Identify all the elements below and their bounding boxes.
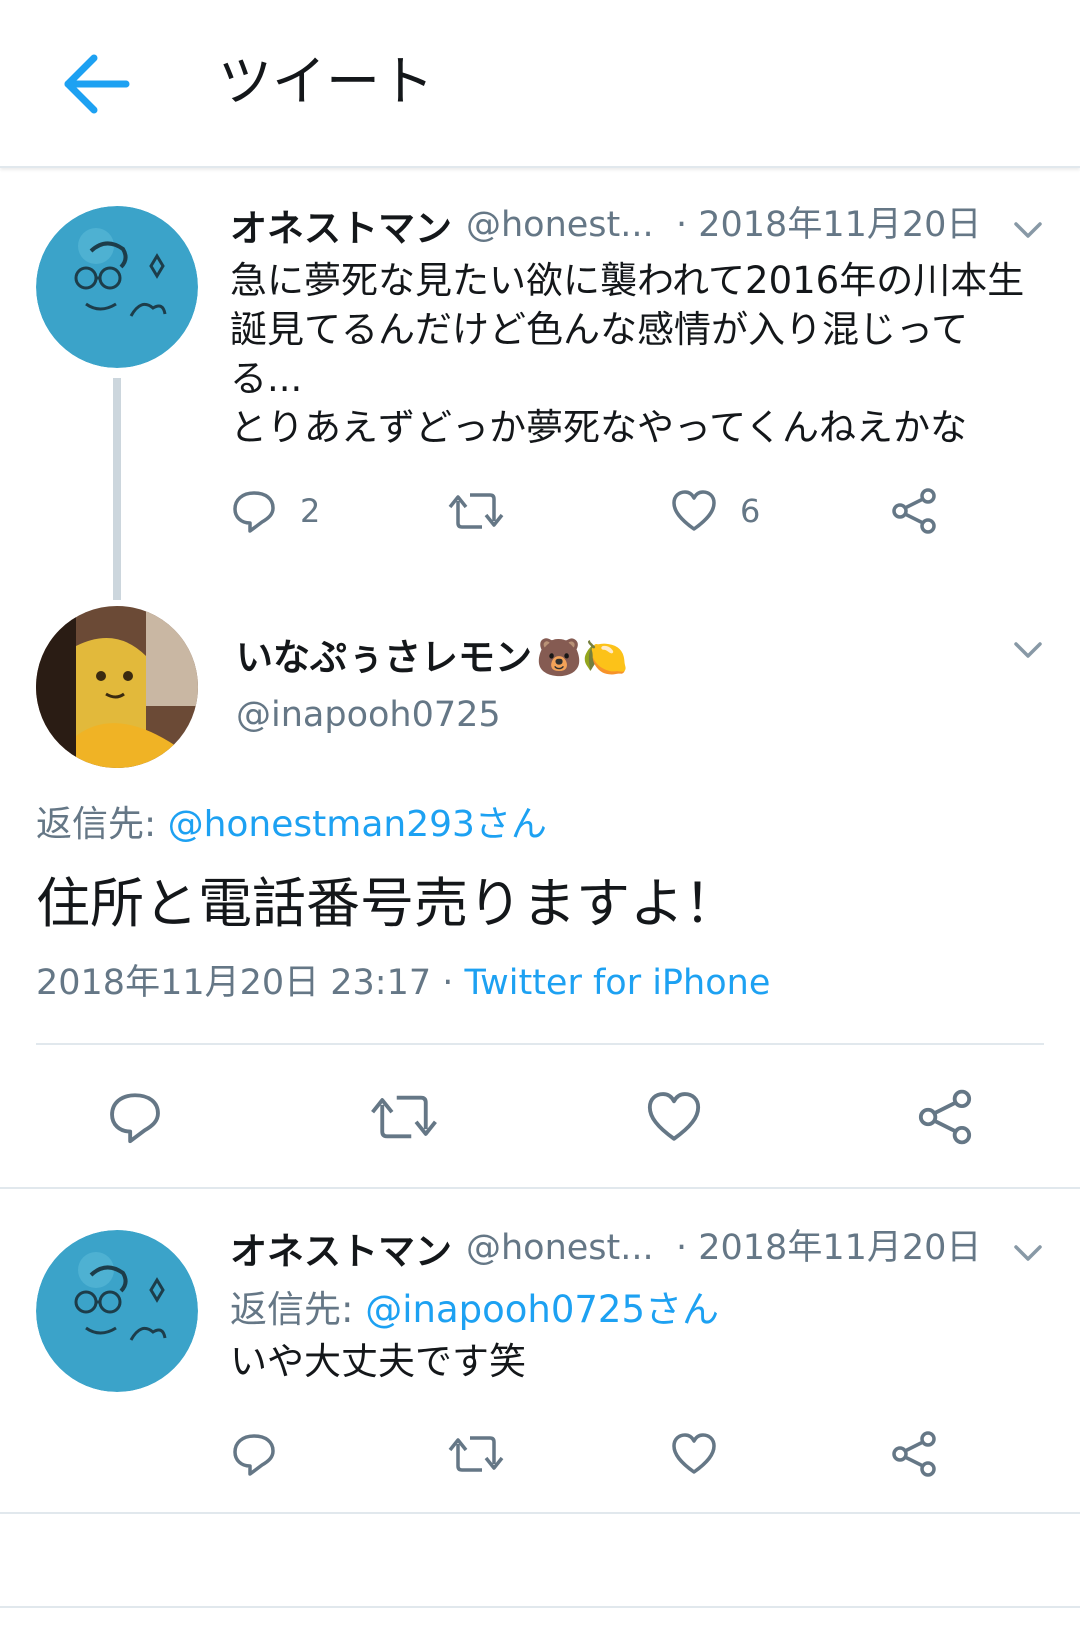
avatar[interactable]	[36, 206, 198, 368]
author-name-row[interactable]: いなぷぅさレモン 🐻🍋	[236, 630, 628, 686]
heart-icon	[647, 1092, 701, 1141]
reply-icon	[233, 1434, 275, 1476]
reply-button[interactable]: 2	[230, 487, 320, 535]
tweet-text: いや大丈夫です笑	[230, 1337, 1050, 1386]
tweet-line: 誕見てるんだけど色んな感情が入り混じって	[230, 308, 969, 351]
share-button[interactable]	[890, 487, 938, 535]
replying-to: 返信先: @inapooh0725さん	[230, 1285, 1050, 1334]
tweet-author-row[interactable]: オネストマン @honest...	[230, 1220, 654, 1276]
chevron-down-icon[interactable]	[1008, 1233, 1048, 1273]
share-icon	[918, 1089, 972, 1145]
back-arrow-icon[interactable]	[60, 48, 132, 120]
divider	[0, 1187, 1080, 1189]
like-button[interactable]	[645, 1088, 703, 1146]
replying-to-link[interactable]: @honestman293さん	[168, 804, 547, 845]
retweet-button[interactable]	[448, 487, 504, 535]
chevron-down-icon[interactable]	[1008, 210, 1048, 250]
tweet-line: とりあえずどっか夢死なやってくんねえかな	[230, 406, 968, 449]
tweet-author-row[interactable]: オネストマン @honest...	[230, 197, 654, 253]
replying-to: 返信先: @honestman293さん	[36, 800, 547, 850]
avatar[interactable]	[36, 1230, 198, 1392]
top-bar: ツイート	[0, 0, 1080, 168]
retweet-button[interactable]	[370, 1088, 438, 1146]
meta-separator: ·	[431, 963, 465, 1003]
divider	[0, 1606, 1080, 1608]
author-name: オネストマン	[230, 1230, 452, 1273]
tweet-timestamp: 2018年11月20日 23:17	[36, 963, 432, 1003]
share-button[interactable]	[916, 1088, 974, 1146]
author-name: いなぷぅさレモン	[236, 636, 532, 679]
author-handle: @honest...	[466, 205, 654, 245]
replying-label: 返信先:	[36, 804, 168, 845]
author-name-emoji: 🐻🍋	[536, 636, 629, 679]
tweet-date[interactable]: · 2018年11月20日	[676, 1220, 981, 1276]
reply-icon	[110, 1093, 160, 1144]
author-name: オネストマン	[230, 207, 452, 250]
tweet-meta: 2018年11月20日 23:17 · Twitter for iPhone	[36, 957, 770, 1009]
retweet-icon	[448, 1436, 504, 1472]
retweet-button[interactable]	[448, 1430, 504, 1478]
replying-label: 返信先:	[230, 1288, 366, 1331]
tweet-line: る...	[230, 357, 303, 400]
like-count: 6	[740, 492, 761, 530]
tweet-text: 住所と電話番号売りますよ！	[36, 872, 738, 935]
avatar[interactable]	[36, 606, 198, 768]
tweet-line: 急に夢死な見たい欲に襲われて2016年の川本生	[230, 259, 1025, 302]
share-button[interactable]	[890, 1430, 938, 1478]
reply-icon	[233, 491, 275, 533]
divider	[36, 1043, 1044, 1045]
thread-line	[113, 378, 121, 600]
page-title: ツイート	[218, 50, 434, 113]
like-button[interactable]: 6	[670, 487, 760, 535]
replying-to-link[interactable]: @inapooh0725さん	[365, 1288, 719, 1331]
heart-icon	[672, 490, 716, 531]
heart-icon	[672, 1433, 716, 1474]
tweet-text: 急に夢死な見たい欲に襲われて2016年の川本生 誕見てるんだけど色んな感情が入り…	[230, 256, 1050, 452]
reply-button[interactable]	[230, 1430, 278, 1478]
like-button[interactable]	[670, 1430, 718, 1478]
reply-button[interactable]	[106, 1088, 164, 1146]
tweet-date[interactable]: · 2018年11月20日	[676, 197, 981, 253]
tweet-source-link[interactable]: Twitter for iPhone	[465, 963, 771, 1003]
author-handle[interactable]: @inapooh0725	[236, 690, 501, 740]
retweet-icon	[448, 493, 504, 529]
tweet-line: いや大丈夫です笑	[230, 1340, 526, 1383]
share-icon	[892, 1431, 936, 1477]
author-handle: @honest...	[466, 1228, 654, 1268]
chevron-down-icon[interactable]	[1008, 630, 1048, 670]
divider	[0, 1512, 1080, 1514]
retweet-icon	[371, 1095, 437, 1139]
reply-count: 2	[300, 492, 321, 530]
share-icon	[892, 488, 936, 534]
